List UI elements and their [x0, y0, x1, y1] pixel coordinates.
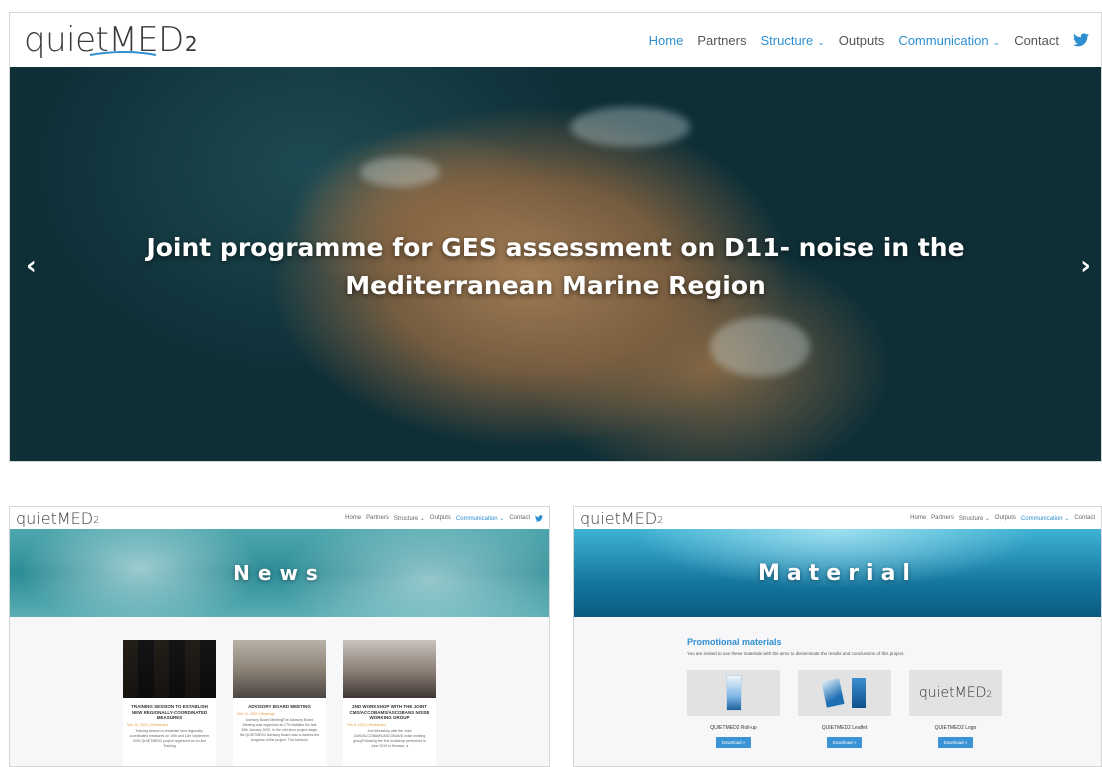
logo-text: quietMED	[16, 508, 94, 528]
nav-outputs[interactable]: Outputs	[995, 515, 1016, 521]
main-nav: Home Partners Structure ⌄ Outputs Communi…	[649, 33, 1089, 48]
nav-home[interactable]: Home	[345, 515, 361, 521]
logo-wave-icon	[89, 51, 157, 56]
nav-partners[interactable]: Partners	[697, 33, 746, 48]
material-name: QUIETMED2 Logo	[934, 725, 977, 731]
hero-title: Joint programme for GES assessment on D1…	[146, 233, 965, 300]
nav-contact[interactable]: Contact	[509, 515, 530, 521]
chevron-down-icon: ⌄	[992, 36, 1001, 47]
material-item: QUIETMED2 Leaflet Download »	[798, 670, 891, 749]
news-card-image	[123, 640, 216, 698]
nav-structure[interactable]: Structure ⌄	[394, 515, 425, 522]
foam-texture	[710, 317, 810, 377]
material-name: QUIETMED2 Leaflet	[821, 725, 868, 731]
material-banner: Material	[574, 529, 1101, 617]
twitter-icon[interactable]	[1073, 33, 1089, 47]
chevron-right-icon[interactable]: ›	[1080, 251, 1091, 281]
news-nav: Home Partners Structure ⌄ Outputs Commun…	[345, 514, 543, 522]
logo-text: quietMED	[918, 685, 987, 701]
news-banner: News	[10, 529, 549, 617]
rollup-banner-icon	[725, 675, 742, 711]
site-header: quietMED 2 Home Partners Structure ⌄ Outp…	[10, 13, 1101, 67]
logo-thumb-text: quietMED2	[919, 685, 992, 701]
main-site-screenshot: quietMED 2 Home Partners Structure ⌄ Outp…	[9, 12, 1102, 462]
news-card-meta: Feb 12, 2020 | Meetings	[237, 711, 275, 716]
download-button[interactable]: Download »	[937, 737, 974, 748]
news-header: quietMED 2 Home Partners Structure ⌄ Outp…	[10, 507, 549, 529]
news-card-title[interactable]: TRAINING SESSION TO ESTABLISH NEW REGION…	[123, 704, 216, 721]
leaflet-icon	[820, 678, 845, 708]
news-list: TRAINING SESSION TO ESTABLISH NEW REGION…	[10, 617, 549, 766]
download-button[interactable]: Download »	[826, 737, 863, 748]
material-banner-title: Material	[758, 560, 917, 586]
logo-number: 2	[986, 690, 993, 700]
nav-home[interactable]: Home	[649, 33, 684, 48]
news-card[interactable]: 2ND WORKSHOP WITH THE JOINT CMS/ACCOBAMS…	[343, 640, 436, 766]
nav-communication-label: Communication	[898, 32, 989, 48]
news-card-image	[343, 640, 436, 698]
material-item: quietMED2 QUIETMED2 Logo Download »	[909, 670, 1002, 749]
nav-structure[interactable]: Structure ⌄	[760, 33, 824, 48]
nav-home[interactable]: Home	[910, 515, 926, 521]
news-card-title[interactable]: ADVISORY BOARD MEETING	[233, 704, 326, 710]
news-card[interactable]: ADVISORY BOARD MEETING Feb 12, 2020 | Me…	[233, 640, 326, 766]
material-name: QUIETMED2 Roll-up	[710, 725, 757, 731]
news-card-title[interactable]: 2ND WORKSHOP WITH THE JOINT CMS/ACCOBAMS…	[343, 704, 436, 721]
nav-communication[interactable]: Communication ⌄	[898, 33, 1000, 48]
material-page-screenshot: quietMED 2 Home Partners Structure ⌄ Outp…	[573, 506, 1102, 767]
leaflet-icon	[851, 678, 866, 708]
foam-texture	[570, 107, 690, 147]
nav-structure-label: Structure	[760, 32, 814, 48]
material-item: QUIETMED2 Roll-up Download »	[687, 670, 780, 749]
hero-slider: ‹ Joint programme for GES assessment on …	[10, 67, 1101, 461]
site-logo[interactable]: quietMED 2	[16, 509, 99, 528]
nav-communication[interactable]: Communication ⌄	[1021, 515, 1069, 522]
nav-partners[interactable]: Partners	[366, 515, 389, 521]
material-nav: Home Partners Structure ⌄ Outputs Commun…	[910, 515, 1095, 522]
chevron-down-icon: ⌄	[817, 36, 825, 47]
news-card-excerpt: Training session to establish new region…	[129, 728, 210, 748]
logo-text: quietMED	[580, 508, 658, 528]
logo-number: 2	[93, 514, 100, 526]
material-intro: You are invited to use these materials w…	[687, 651, 905, 656]
leaflet-image	[798, 670, 891, 716]
nav-outputs[interactable]: Outputs	[839, 33, 885, 48]
news-card[interactable]: TRAINING SESSION TO ESTABLISH NEW REGION…	[123, 640, 216, 766]
nav-communication[interactable]: Communication ⌄	[456, 515, 504, 522]
material-content: Promotional materials You are invited to…	[574, 617, 1101, 766]
material-heading: Promotional materials	[687, 637, 782, 647]
news-banner-title: News	[233, 561, 326, 585]
material-list: QUIETMED2 Roll-up Download » QUIETMED2 L…	[687, 670, 1101, 749]
site-logo[interactable]: quietMED 2	[24, 20, 198, 60]
chevron-left-icon[interactable]: ‹	[26, 251, 37, 281]
logo-image: quietMED2	[909, 670, 1002, 716]
rollup-image	[687, 670, 780, 716]
news-page-screenshot: quietMED 2 Home Partners Structure ⌄ Outp…	[9, 506, 550, 767]
twitter-icon[interactable]	[535, 514, 543, 522]
news-card-image	[233, 640, 326, 698]
foam-texture	[360, 157, 440, 187]
nav-outputs[interactable]: Outputs	[430, 515, 451, 521]
news-card-meta: Nov 10, 2020 | Workshops	[127, 722, 169, 727]
site-logo[interactable]: quietMED 2	[580, 509, 663, 528]
news-card-excerpt: 2nd Workshop with the Joint CMS/ACCOBAMS…	[353, 728, 426, 748]
news-card-excerpt: Advisory Board MeetingThe Advisory Board…	[239, 717, 320, 742]
download-button[interactable]: Download »	[715, 737, 752, 748]
nav-contact[interactable]: Contact	[1014, 33, 1059, 48]
logo-number: 2	[184, 32, 198, 56]
news-card-meta: Feb 5, 2020 | Workshops	[347, 722, 386, 727]
nav-structure[interactable]: Structure ⌄	[959, 515, 990, 522]
nav-partners[interactable]: Partners	[931, 515, 954, 521]
nav-contact[interactable]: Contact	[1074, 515, 1095, 521]
material-header: quietMED 2 Home Partners Structure ⌄ Outp…	[574, 507, 1101, 529]
logo-number: 2	[657, 514, 664, 526]
